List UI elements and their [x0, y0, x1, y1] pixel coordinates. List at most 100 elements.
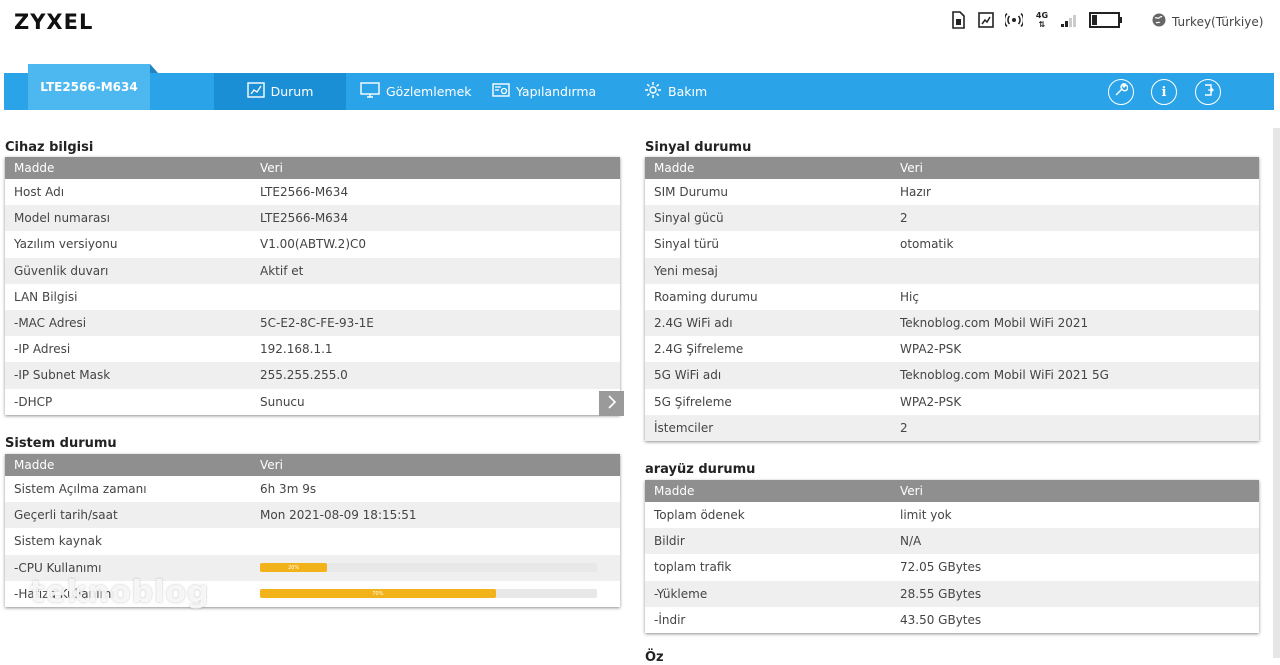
- cpu-usage-bar-fill: 20%: [260, 563, 328, 573]
- row-label: 2.4G WiFi adı: [654, 316, 733, 331]
- memory-usage-bar-track: 70%: [260, 589, 597, 599]
- tab-gozlemlemek[interactable]: Gözlemlemek: [350, 73, 482, 110]
- row-value: LTE2566-M634: [260, 185, 349, 200]
- table-row: -Yükleme 28.55 GBytes: [645, 580, 1259, 607]
- tab-bakim[interactable]: Bakım: [634, 73, 717, 110]
- memory-usage-bar-fill: 70%: [260, 589, 496, 599]
- row-value: 192.168.1.1: [260, 342, 333, 357]
- table-header: Madde Veri: [645, 480, 1259, 502]
- next-page-button[interactable]: [599, 391, 624, 416]
- device-info-panel: Madde Veri Host Adı LTE2566-M634 Model numar…: [5, 157, 620, 415]
- table-row: Toplam ödenek limit yok: [645, 502, 1259, 528]
- device-info-title: Cihaz bilgisi: [5, 140, 94, 155]
- info-button[interactable]: i: [1151, 79, 1177, 105]
- row-label: -İndir: [654, 612, 686, 627]
- table-row: LAN Bilgisi: [5, 284, 620, 310]
- table-row: Sistem Açılma zamanı 6h 3m 9s: [5, 476, 620, 502]
- table-row: Güvenlik duvarı Aktif et: [5, 257, 620, 284]
- message-icon: [976, 10, 996, 30]
- tab-durum[interactable]: Durum: [214, 73, 346, 110]
- column-header-item: Madde: [654, 161, 695, 175]
- row-label: Sinyal türü: [654, 237, 720, 252]
- device-name-tab[interactable]: LTE2566-M634: [28, 64, 158, 110]
- globe-icon: [1152, 13, 1166, 30]
- row-label: Yazılım versiyonu: [14, 237, 118, 252]
- page-scrollbar[interactable]: [1273, 128, 1280, 658]
- row-label: 5G WiFi adı: [654, 368, 722, 383]
- row-label: Model numarası: [14, 211, 110, 226]
- table-row: Sinyal gücü 2: [645, 205, 1259, 232]
- row-label: İstemciler: [654, 420, 714, 435]
- row-value: Teknoblog.com Mobil WiFi 2021: [900, 316, 1089, 331]
- dashboard-icon: [246, 82, 265, 101]
- column-header-item: Madde: [654, 484, 695, 498]
- row-label: Geçerli tarih/saat: [14, 508, 118, 523]
- gear-icon: [644, 81, 662, 102]
- row-value: Sunucu: [260, 394, 305, 409]
- row-label: LAN Bilgisi: [14, 289, 78, 304]
- row-value: 255.255.255.0: [260, 368, 348, 383]
- row-value: N/A: [900, 534, 922, 549]
- brand-logo: ZYXEL: [14, 10, 94, 34]
- row-value: 6h 3m 9s: [260, 482, 317, 497]
- column-header-item: Madde: [14, 458, 55, 472]
- signal-strength-icon: [1060, 10, 1080, 30]
- table-row: toplam trafik 72.05 GBytes: [645, 554, 1259, 580]
- data-arrows-icon: ⇅: [1038, 20, 1046, 29]
- tab-durum-label: Durum: [270, 84, 314, 99]
- column-header-value: Veri: [900, 161, 923, 175]
- table-row: -IP Adresi 192.168.1.1: [5, 336, 620, 362]
- status-icons: 4G ⇅: [948, 10, 1124, 30]
- battery-icon: [1088, 10, 1124, 30]
- row-label: SIM Durumu: [654, 185, 729, 200]
- table-row: 2.4G Şifreleme WPA2-PSK: [645, 336, 1259, 362]
- sim-card-icon: [948, 10, 968, 30]
- row-label: -DHCP: [14, 394, 53, 409]
- table-row: Model numarası LTE2566-M634: [5, 205, 620, 232]
- column-header-item: Madde: [14, 161, 55, 175]
- info-icon: i: [1161, 84, 1167, 100]
- table-header: Madde Veri: [5, 454, 620, 476]
- cpu-usage-bar-track: 20%: [260, 563, 597, 573]
- row-label: toplam trafik: [654, 560, 732, 575]
- signal-status-title: Sinyal durumu: [645, 140, 752, 155]
- language-label: Turkey(Türkiye): [1172, 14, 1264, 29]
- logout-button[interactable]: [1195, 79, 1221, 105]
- network-type-indicator: 4G ⇅: [1032, 10, 1052, 30]
- column-header-value: Veri: [900, 484, 923, 498]
- monitor-icon: [360, 82, 380, 101]
- column-header-value: Veri: [260, 458, 283, 472]
- row-value: WPA2-PSK: [900, 394, 962, 409]
- row-value: limit yok: [900, 508, 952, 523]
- row-label: Yeni mesaj: [654, 263, 718, 278]
- row-label: -CPU Kullanımı: [14, 560, 102, 575]
- row-label: Roaming durumu: [654, 289, 758, 304]
- row-value: 5C-E2-8C-FE-93-1E: [260, 316, 374, 331]
- row-label: Sinyal gücü: [654, 211, 724, 226]
- table-row: 2.4G WiFi adı Teknoblog.com Mobil WiFi 20…: [645, 309, 1259, 337]
- language-selector[interactable]: Turkey(Türkiye): [1152, 13, 1263, 30]
- table-row: -İndir 43.50 GBytes: [645, 607, 1259, 633]
- wrench-icon: [1114, 83, 1129, 101]
- tab-bakim-label: Bakım: [668, 84, 708, 99]
- row-value: 2: [900, 211, 908, 226]
- table-row: Sinyal türü otomatik: [645, 231, 1259, 257]
- row-value: 2: [900, 420, 908, 435]
- table-header: Madde Veri: [5, 157, 620, 179]
- tab-gozlemlemek-label: Gözlemlemek: [386, 84, 472, 99]
- table-header: Madde Veri: [645, 157, 1259, 179]
- watermark: teknoblog: [30, 575, 210, 610]
- row-value: Hazır: [900, 185, 931, 200]
- table-row: 5G Şifreleme WPA2-PSK: [645, 389, 1259, 415]
- tab-yapilandirma[interactable]: Yapılandırma: [482, 73, 606, 110]
- row-label: 5G Şifreleme: [654, 394, 732, 409]
- row-label: Toplam ödenek: [654, 508, 745, 523]
- row-label: Sistem kaynak: [14, 534, 102, 549]
- row-value: V1.00(ABTW.2)C0: [260, 237, 367, 252]
- row-label: -MAC Adresi: [14, 316, 87, 331]
- tools-button[interactable]: [1108, 79, 1134, 105]
- tab-yapilandirma-label: Yapılandırma: [516, 84, 597, 99]
- top-bar: ZYXEL 4G ⇅ Turkey(Türkiye): [0, 0, 1280, 56]
- table-row: Host Adı LTE2566-M634: [5, 179, 620, 205]
- table-row: -MAC Adresi 5C-E2-8C-FE-93-1E: [5, 309, 620, 337]
